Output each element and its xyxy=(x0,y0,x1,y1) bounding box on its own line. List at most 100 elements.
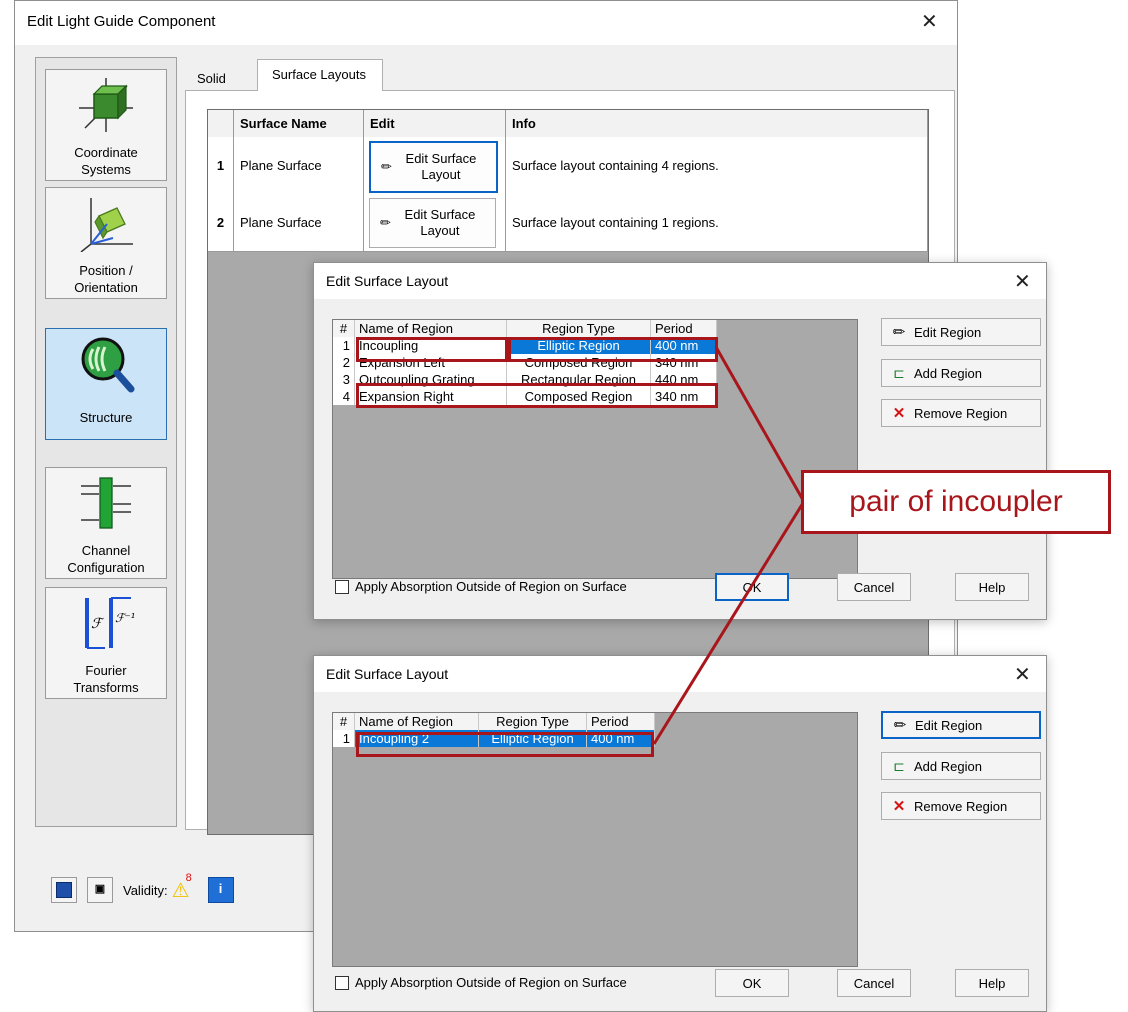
edit-region-button[interactable]: ✏ Edit Region xyxy=(881,711,1041,739)
validity-count: 8 xyxy=(185,871,192,884)
highlight-box-outcoupling xyxy=(356,383,718,408)
add-region-icon: ⊏ xyxy=(893,757,905,774)
nav-label: Coordinate Systems xyxy=(74,145,138,177)
list-header-row: # Name of Region Region Type Period xyxy=(333,713,655,730)
region-number: 1 xyxy=(333,730,355,747)
add-region-label: Add Region xyxy=(914,365,982,381)
absorption-checkbox-label: Apply Absorption Outside of Region on Su… xyxy=(355,975,627,990)
column-header: Period xyxy=(587,713,655,730)
main-window-title: Edit Light Guide Component xyxy=(27,13,216,30)
column-header: Name of Region xyxy=(355,320,507,337)
tab-solid[interactable]: Solid xyxy=(187,67,257,91)
nav-panel: Coordinate Systems Position / Orientatio… xyxy=(35,57,177,827)
absorption-checkbox-label: Apply Absorption Outside of Region on Su… xyxy=(355,579,627,594)
nav-fourier-transforms[interactable]: ℱ ℱ⁻¹ Fourier Transforms xyxy=(45,587,167,699)
tab-surface-layouts[interactable]: Surface Layouts xyxy=(257,59,383,91)
surface-name-cell: Plane Surface xyxy=(234,194,364,251)
nav-channel-configuration[interactable]: Channel Configuration xyxy=(45,467,167,579)
remove-region-label: Remove Region xyxy=(914,405,1008,421)
table-row[interactable]: 2 Plane Surface ✏ Edit Surface Layout Su… xyxy=(208,194,928,252)
info-button[interactable]: i xyxy=(207,877,234,903)
nav-structure[interactable]: Structure xyxy=(45,328,167,440)
ok-button[interactable]: OK xyxy=(715,573,789,601)
region-number: 1 xyxy=(333,337,355,354)
cancel-button[interactable]: Cancel xyxy=(837,573,911,601)
add-region-icon: ⊏ xyxy=(893,364,905,381)
position-orientation-icon xyxy=(80,198,133,252)
nav-label: Fourier Transforms xyxy=(73,663,139,695)
edit-button-label: Edit Surface Layout xyxy=(404,207,476,238)
region-number: 4 xyxy=(333,388,355,405)
nav-coordinate-systems[interactable]: Coordinate Systems xyxy=(45,69,167,181)
pencil-icon: ✏ xyxy=(893,717,907,734)
dialog-title-bar: Edit Surface Layout ✕ xyxy=(314,263,1046,299)
pencil-icon: ✏ xyxy=(381,159,392,174)
edit-surface-layout-button[interactable]: ✏ Edit Surface Layout xyxy=(369,141,498,193)
close-icon[interactable]: ✕ xyxy=(921,9,938,34)
info-cell: Surface layout containing 1 regions. xyxy=(506,194,928,251)
column-header: # xyxy=(333,713,355,730)
svg-text:ℱ⁻¹: ℱ⁻¹ xyxy=(115,611,135,625)
3d-view-button[interactable]: ▣ xyxy=(87,877,113,903)
edit-cell: ✏ Edit Surface Layout xyxy=(364,194,506,251)
edit-surface-layout-button[interactable]: ✏ Edit Surface Layout xyxy=(369,198,496,248)
region-number: 2 xyxy=(333,354,355,371)
column-header: Surface Name xyxy=(234,110,364,137)
highlight-box-incoupling-name xyxy=(356,337,508,362)
channel-configuration-icon xyxy=(81,477,131,529)
column-header: Info xyxy=(506,110,928,137)
help-button[interactable]: Help xyxy=(955,573,1029,601)
remove-region-button[interactable]: ✕ Remove Region xyxy=(881,792,1041,820)
save-icon xyxy=(56,882,72,898)
close-icon[interactable]: ✕ xyxy=(1014,269,1031,294)
pencil-icon: ✏ xyxy=(380,215,391,230)
absorption-checkbox[interactable] xyxy=(335,580,349,594)
warning-icon[interactable]: ⚠ 8 xyxy=(172,872,192,903)
region-number: 3 xyxy=(333,371,355,388)
edit-region-label: Edit Region xyxy=(914,324,982,340)
validity-label: Validity: xyxy=(123,882,168,898)
absorption-checkbox[interactable] xyxy=(335,976,349,990)
remove-region-button[interactable]: ✕ Remove Region xyxy=(881,399,1041,427)
list-header-row: # Name of Region Region Type Period xyxy=(333,320,717,337)
add-region-button[interactable]: ⊏ Add Region xyxy=(881,752,1041,780)
dialog-title-bar: Edit Surface Layout ✕ xyxy=(314,656,1046,692)
remove-region-label: Remove Region xyxy=(914,798,1008,814)
column-header xyxy=(208,110,234,137)
row-number: 1 xyxy=(208,137,234,194)
dialog-title: Edit Surface Layout xyxy=(326,666,449,682)
save-button[interactable] xyxy=(51,877,77,903)
nav-label: Channel Configuration xyxy=(67,543,145,575)
nav-label: Position / Orientation xyxy=(74,263,138,295)
surface-name-cell: Plane Surface xyxy=(234,137,364,194)
row-number: 2 xyxy=(208,194,234,251)
dialog-title: Edit Surface Layout xyxy=(326,273,449,289)
column-header: # xyxy=(333,320,355,337)
edit-surface-layout-dialog-2: Edit Surface Layout ✕ # Name of Region R… xyxy=(313,655,1047,1012)
structure-icon xyxy=(81,337,135,393)
remove-x-icon: ✕ xyxy=(892,798,906,815)
highlight-box-incoupling-2 xyxy=(356,732,654,757)
add-region-button[interactable]: ⊏ Add Region xyxy=(881,359,1041,387)
ok-button[interactable]: OK xyxy=(715,969,789,997)
edit-surface-layout-dialog-1: Edit Surface Layout ✕ # Name of Region R… xyxy=(313,262,1047,620)
edit-region-label: Edit Region xyxy=(915,717,983,733)
nav-position-orientation[interactable]: Position / Orientation xyxy=(45,187,167,299)
nav-label: Structure xyxy=(79,410,133,425)
add-region-label: Add Region xyxy=(914,758,982,774)
pencil-icon: ✏ xyxy=(892,324,906,341)
edit-region-button[interactable]: ✏ Edit Region xyxy=(881,318,1041,346)
column-header: Region Type xyxy=(479,713,587,730)
remove-x-icon: ✕ xyxy=(892,405,906,422)
cancel-button[interactable]: Cancel xyxy=(837,969,911,997)
bottom-toolbar: ▣ Validity: ⚠ 8 i xyxy=(51,872,234,903)
svg-text:ℱ: ℱ xyxy=(91,616,105,632)
help-button[interactable]: Help xyxy=(955,969,1029,997)
table-row[interactable]: 1 Plane Surface ✏ Edit Surface Layout Su… xyxy=(208,137,928,195)
close-icon[interactable]: ✕ xyxy=(1014,662,1031,687)
annotation-label: pair of incoupler xyxy=(801,470,1111,534)
3d-view-icon: ▣ xyxy=(94,883,106,895)
info-icon: i xyxy=(218,881,223,896)
info-cell: Surface layout containing 4 regions. xyxy=(506,137,928,194)
column-header: Edit xyxy=(364,110,506,137)
